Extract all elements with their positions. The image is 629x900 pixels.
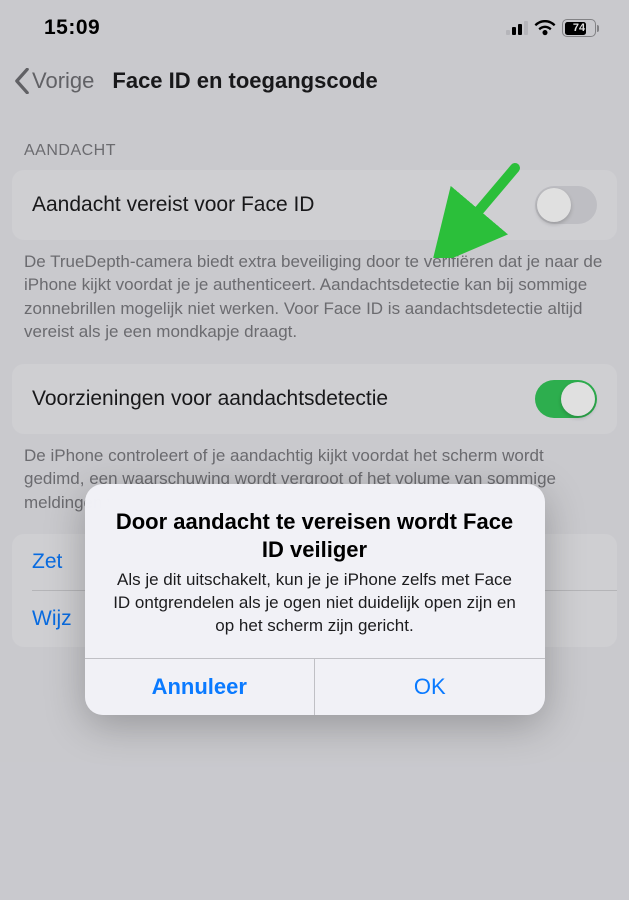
passcode-off-label: Zet (32, 550, 62, 574)
section-footer-attention: De TrueDepth-camera biedt extra beveilig… (0, 240, 629, 364)
attention-features-label: Voorzieningen voor aandachtsdetectie (32, 387, 388, 411)
section-header-attention: AANDACHT (0, 110, 629, 170)
attention-required-cell[interactable]: Aandacht vereist voor Face ID (12, 170, 617, 240)
back-label: Vorige (32, 68, 94, 94)
wifi-icon (534, 20, 556, 36)
alert-title: Door aandacht te vereisen wordt Face ID … (109, 508, 521, 563)
status-bar: 15:09 74 (0, 0, 629, 50)
alert-ok-button[interactable]: OK (315, 659, 545, 715)
chevron-left-icon (14, 68, 30, 94)
status-indicators: 74 (506, 19, 599, 37)
change-passcode-label: Wijz (32, 607, 72, 631)
back-button[interactable]: Vorige (10, 68, 94, 94)
navigation-bar: Vorige Face ID en toegangscode (0, 50, 629, 110)
battery-icon: 74 (562, 19, 599, 37)
page-title: Face ID en toegangscode (112, 68, 377, 94)
alert-message: Als je dit uitschakelt, kun je je iPhone… (109, 569, 521, 638)
battery-level: 74 (573, 22, 585, 34)
attention-required-label: Aandacht vereist voor Face ID (32, 193, 314, 217)
cellular-icon (506, 21, 528, 35)
attention-features-cell[interactable]: Voorzieningen voor aandachtsdetectie (12, 364, 617, 434)
attention-required-toggle[interactable] (535, 186, 597, 224)
attention-features-toggle[interactable] (535, 380, 597, 418)
confirmation-alert: Door aandacht te vereisen wordt Face ID … (85, 484, 545, 715)
status-time: 15:09 (44, 16, 100, 40)
alert-cancel-button[interactable]: Annuleer (85, 659, 316, 715)
